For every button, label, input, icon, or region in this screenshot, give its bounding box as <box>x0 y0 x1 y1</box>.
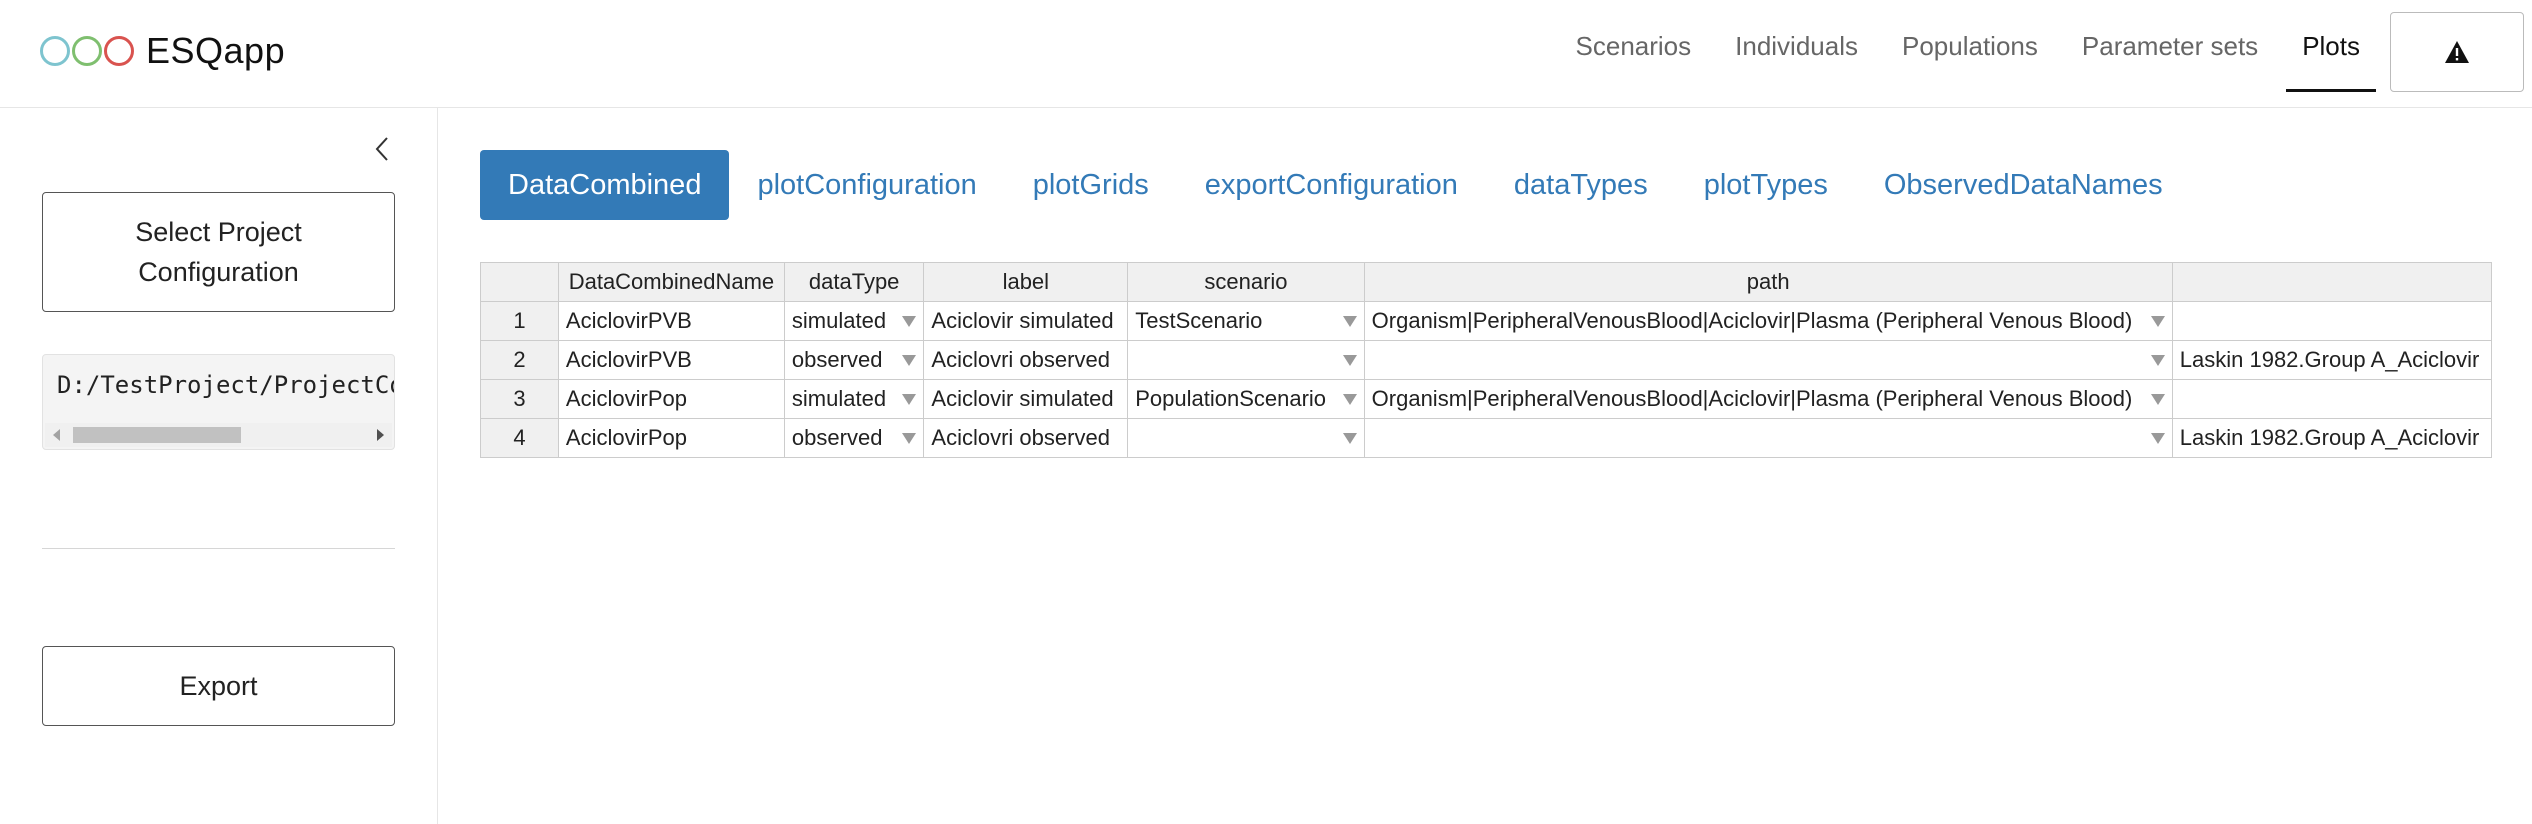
logo-circle-teal <box>40 36 70 66</box>
cell-datatype-value: simulated <box>791 308 887 333</box>
cell-datacombinedname[interactable]: AciclovirPop <box>557 379 785 419</box>
select-project-configuration-button[interactable]: Select Project Configuration <box>42 192 395 312</box>
nav-populations[interactable]: Populations <box>1880 0 2060 92</box>
cell-datatype-value: observed <box>791 347 883 372</box>
cell-datatype-dropdown[interactable]: simulated <box>783 379 925 419</box>
project-path-value: D:/TestProject/ProjectConfiguration.xlsx <box>57 371 394 399</box>
cell-datatype-dropdown[interactable]: observed <box>783 418 925 458</box>
cell-scenario-dropdown[interactable] <box>1127 340 1365 380</box>
row-number: 4 <box>480 418 559 458</box>
cell-datacombinedname[interactable]: AciclovirPop <box>557 418 785 458</box>
table-row: 1 AciclovirPVB simulated Aciclovir simul… <box>480 301 2492 341</box>
header-datacombinedname[interactable]: DataCombinedName <box>557 262 785 302</box>
sheet-tabs: DataCombined plotConfiguration plotGrids… <box>480 150 2191 220</box>
dropdown-arrow-icon[interactable] <box>2150 393 2165 405</box>
header-path[interactable]: path <box>1363 262 2173 302</box>
logo-circle-green <box>72 36 102 66</box>
cell-datatype-value: observed <box>791 425 883 450</box>
table-row: 4 AciclovirPop observed Aciclovri observ… <box>480 418 2492 458</box>
cell-path-value: Organism|PeripheralVenousBlood|Aciclovir… <box>1371 308 2133 333</box>
dropdown-arrow-icon[interactable] <box>902 393 917 405</box>
header-rownum <box>480 262 559 302</box>
warning-triangle-icon <box>2445 41 2469 63</box>
chevron-left-icon <box>375 137 388 161</box>
project-path-field[interactable]: D:/TestProject/ProjectConfiguration.xlsx <box>42 354 395 450</box>
dropdown-arrow-icon[interactable] <box>2150 315 2165 327</box>
scroll-right-arrow-icon[interactable] <box>377 429 384 441</box>
nav-parameter-sets[interactable]: Parameter sets <box>2060 0 2280 92</box>
row-number: 2 <box>480 340 559 380</box>
row-number: 3 <box>480 379 559 419</box>
tab-plotgrids[interactable]: plotGrids <box>1005 150 1177 220</box>
cell-label[interactable]: Aciclovri observed <box>923 340 1129 380</box>
dropdown-arrow-icon[interactable] <box>1342 354 1357 366</box>
cell-label[interactable]: Aciclovir simulated <box>923 301 1129 341</box>
datacombined-table: DataCombinedName dataType label scenario… <box>480 262 2492 458</box>
path-horizontal-scrollbar[interactable] <box>45 423 392 447</box>
tab-plotconfiguration[interactable]: plotConfiguration <box>729 150 1004 220</box>
scroll-left-arrow-icon[interactable] <box>53 429 60 441</box>
app-title: ESQapp <box>146 30 286 71</box>
table-row: 2 AciclovirPVB observed Aciclovri observ… <box>480 340 2492 380</box>
row-number: 1 <box>480 301 559 341</box>
cell-scenario-dropdown[interactable] <box>1127 418 1365 458</box>
dropdown-arrow-icon[interactable] <box>1342 432 1357 444</box>
cell-path-dropdown[interactable] <box>1363 418 2173 458</box>
dropdown-arrow-icon[interactable] <box>902 315 917 327</box>
tab-plottypes[interactable]: plotTypes <box>1676 150 1856 220</box>
dropdown-arrow-icon[interactable] <box>1342 315 1357 327</box>
dropdown-arrow-icon[interactable] <box>2150 354 2165 366</box>
app-logo[interactable]: ESQapp <box>40 30 285 72</box>
tab-datacombined[interactable]: DataCombined <box>480 150 730 220</box>
nav-individuals[interactable]: Individuals <box>1713 0 1880 92</box>
header-label[interactable]: label <box>923 262 1129 302</box>
cell-path-dropdown[interactable] <box>1363 340 2173 380</box>
logo-circles-icon <box>40 36 136 66</box>
tab-observeddatanames[interactable]: ObservedDataNames <box>1856 150 2191 220</box>
table-row: 3 AciclovirPop simulated Aciclovir simul… <box>480 379 2492 419</box>
cell-scenario-dropdown[interactable]: TestScenario <box>1127 301 1365 341</box>
warnings-button[interactable] <box>2390 12 2524 92</box>
tab-exportconfiguration[interactable]: exportConfiguration <box>1177 150 1486 220</box>
dropdown-arrow-icon[interactable] <box>2150 432 2165 444</box>
cell-observed-data[interactable] <box>2171 301 2492 341</box>
cell-datacombinedname[interactable]: AciclovirPVB <box>557 340 785 380</box>
cell-datacombinedname[interactable]: AciclovirPVB <box>557 301 785 341</box>
header-observed-data[interactable] <box>2171 262 2492 302</box>
sidebar: Select Project Configuration D:/TestProj… <box>0 108 438 824</box>
sidebar-divider <box>42 548 395 549</box>
main-nav: Scenarios Individuals Populations Parame… <box>1554 0 2532 108</box>
cell-observed-data[interactable]: Laskin 1982.Group A_Aciclovir <box>2171 418 2492 458</box>
nav-scenarios[interactable]: Scenarios <box>1554 0 1714 92</box>
dropdown-arrow-icon[interactable] <box>902 432 917 444</box>
cell-scenario-value: PopulationScenario <box>1135 386 1327 411</box>
cell-label[interactable]: Aciclovri observed <box>923 418 1129 458</box>
collapse-sidebar-button[interactable] <box>370 134 394 164</box>
nav-plots[interactable]: Plots <box>2280 0 2382 92</box>
cell-datatype-dropdown[interactable]: observed <box>783 340 925 380</box>
cell-datatype-value: simulated <box>791 386 887 411</box>
cell-observed-data[interactable] <box>2171 379 2492 419</box>
export-button[interactable]: Export <box>42 646 395 726</box>
header-datatype[interactable]: dataType <box>783 262 925 302</box>
cell-path-dropdown[interactable]: Organism|PeripheralVenousBlood|Aciclovir… <box>1363 379 2173 419</box>
dropdown-arrow-icon[interactable] <box>1342 393 1357 405</box>
data-grid[interactable]: DataCombinedName dataType label scenario… <box>480 262 2492 468</box>
top-navbar: ESQapp Scenarios Individuals Populations… <box>0 0 2532 108</box>
cell-observed-data[interactable]: Laskin 1982.Group A_Aciclovir <box>2171 340 2492 380</box>
cell-scenario-dropdown[interactable]: PopulationScenario <box>1127 379 1365 419</box>
dropdown-arrow-icon[interactable] <box>902 354 917 366</box>
cell-datatype-dropdown[interactable]: simulated <box>783 301 925 341</box>
header-scenario[interactable]: scenario <box>1127 262 1365 302</box>
tab-datatypes[interactable]: dataTypes <box>1486 150 1676 220</box>
cell-scenario-value: TestScenario <box>1135 308 1263 333</box>
cell-label[interactable]: Aciclovir simulated <box>923 379 1129 419</box>
cell-path-value: Organism|PeripheralVenousBlood|Aciclovir… <box>1371 386 2133 411</box>
logo-circle-red <box>104 36 134 66</box>
cell-path-dropdown[interactable]: Organism|PeripheralVenousBlood|Aciclovir… <box>1363 301 2173 341</box>
table-header-row: DataCombinedName dataType label scenario… <box>480 262 2492 302</box>
scrollbar-thumb[interactable] <box>73 427 241 443</box>
